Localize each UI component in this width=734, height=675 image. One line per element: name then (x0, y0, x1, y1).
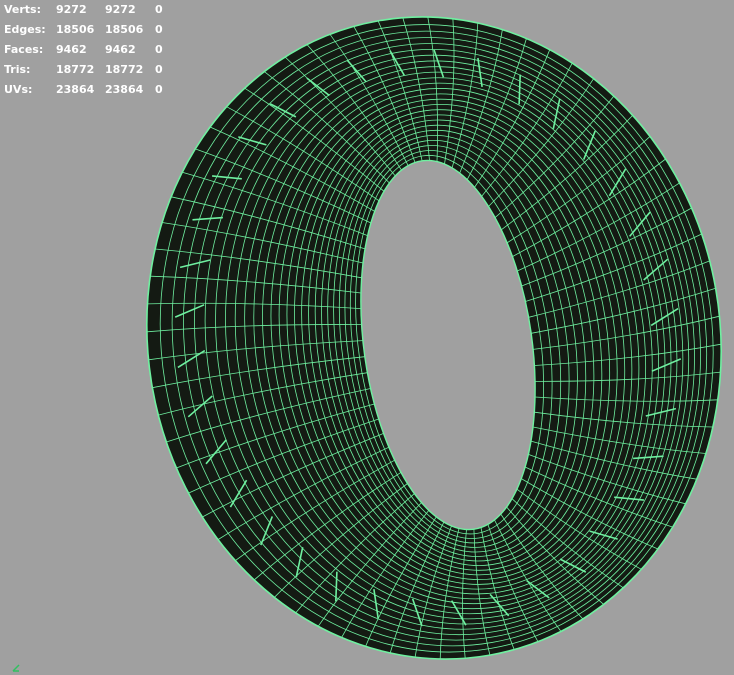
hud-selected: 9272 (105, 3, 136, 16)
hud-selected: 23864 (105, 83, 144, 96)
hud-selected: 9462 (105, 43, 136, 56)
hud-label: Tris: (4, 63, 31, 76)
hud-row-tris: Tris: 18772 18772 0 (4, 60, 175, 80)
hud-extra: 0 (155, 63, 163, 76)
hud-total: 9272 (56, 3, 87, 16)
hud-extra: 0 (155, 23, 163, 36)
hud-label: Edges: (4, 23, 46, 36)
hud-row-edges: Edges: 18506 18506 0 (4, 20, 175, 40)
tire-mesh[interactable] (0, 0, 734, 675)
axis-gizmo-icon (12, 664, 20, 672)
poly-count-hud: Verts: 9272 9272 0 Edges: 18506 18506 0 … (4, 0, 175, 100)
hud-row-verts: Verts: 9272 9272 0 (4, 0, 175, 20)
hud-total: 9462 (56, 43, 87, 56)
hud-label: Faces: (4, 43, 44, 56)
hud-extra: 0 (155, 83, 163, 96)
hud-row-uvs: UVs: 23864 23864 0 (4, 80, 175, 100)
hud-selected: 18772 (105, 63, 144, 76)
hud-extra: 0 (155, 43, 163, 56)
hud-total: 18772 (56, 63, 95, 76)
tread-block (335, 571, 338, 602)
hud-total: 18506 (56, 23, 95, 36)
hud-extra: 0 (155, 3, 163, 16)
hud-label: Verts: (4, 3, 42, 16)
3d-viewport[interactable]: Verts: 9272 9272 0 Edges: 18506 18506 0 … (0, 0, 734, 675)
hud-label: UVs: (4, 83, 33, 96)
tread-block (518, 74, 521, 105)
hud-total: 23864 (56, 83, 95, 96)
hud-selected: 18506 (105, 23, 144, 36)
hud-row-faces: Faces: 9462 9462 0 (4, 40, 175, 60)
